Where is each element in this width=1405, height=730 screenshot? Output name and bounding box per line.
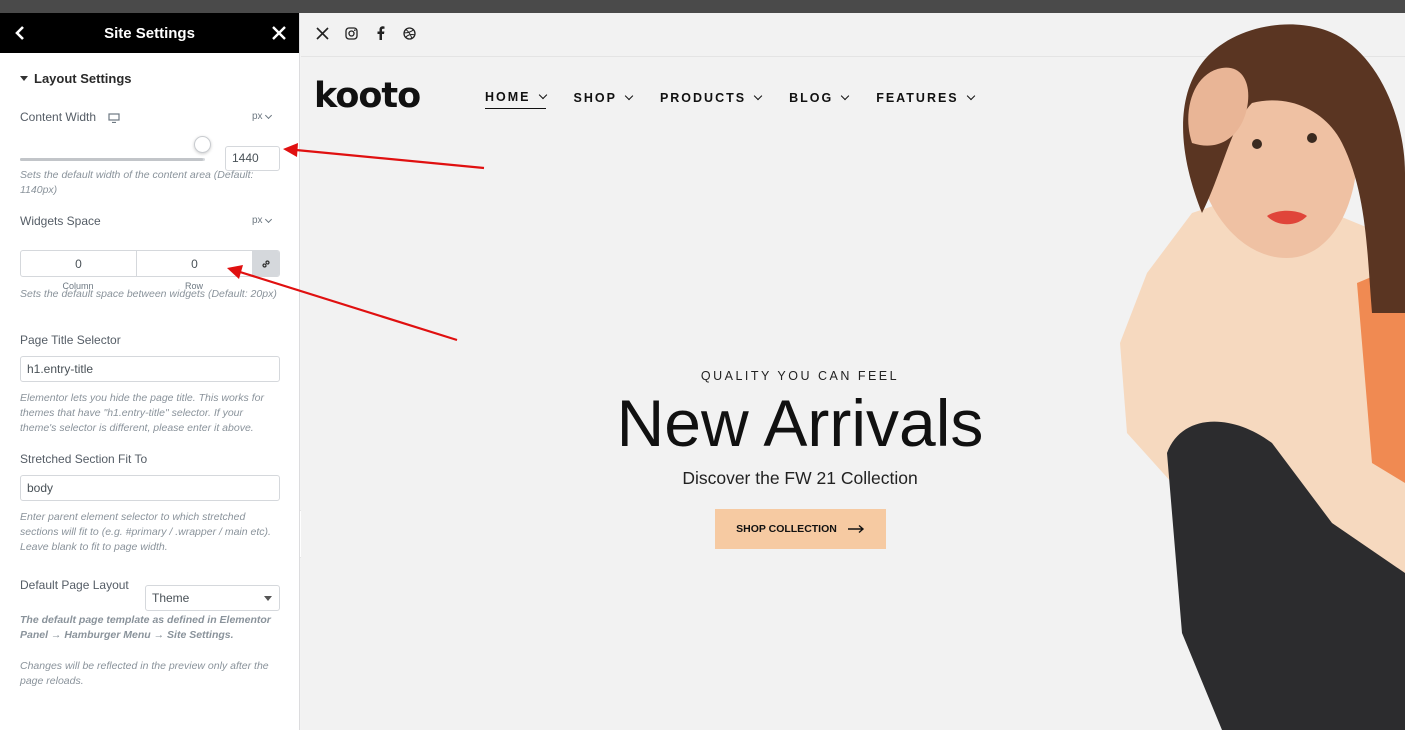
nav-item-label: SHOP xyxy=(573,90,617,105)
close-button[interactable] xyxy=(259,13,299,53)
shop-collection-button[interactable]: SHOP COLLECTION xyxy=(715,509,886,549)
nav-item-products[interactable]: PRODUCTS xyxy=(659,90,763,109)
panel-header: Site Settings xyxy=(0,13,299,53)
link-values-button[interactable] xyxy=(253,251,279,276)
main-nav: HOME SHOP PRODUCTS BLOG FEATURES xyxy=(485,90,975,109)
hero-subline: Discover the FW 21 Collection xyxy=(682,468,918,488)
panel-title: Site Settings xyxy=(104,24,195,42)
default-page-layout-label: Default Page Layout xyxy=(20,578,129,592)
page-title-selector-label: Page Title Selector xyxy=(20,333,121,347)
arrow-right-icon xyxy=(847,524,864,534)
content-width-label-text: Content Width xyxy=(20,110,97,124)
chevron-down-icon xyxy=(840,91,850,100)
chevron-down-icon xyxy=(264,111,272,119)
reload-note: Changes will be reflected in the preview… xyxy=(20,660,269,687)
content-width-slider[interactable] xyxy=(20,158,205,161)
nav-item-label: FEATURES xyxy=(876,90,959,105)
nav-item-label: BLOG xyxy=(789,90,834,105)
layout-settings-toggle[interactable]: Layout Settings xyxy=(20,71,132,86)
widgets-space-dimensions: 0 0 xyxy=(20,250,280,277)
back-button[interactable] xyxy=(0,13,40,53)
browser-top-strip xyxy=(0,0,1405,13)
widgets-space-column-input[interactable]: 0 xyxy=(21,251,137,276)
close-icon xyxy=(272,26,286,40)
content-width-description: Sets the default width of the content ar… xyxy=(20,169,254,196)
site-settings-panel: Site Settings Layout Settings Content Wi… xyxy=(0,13,300,730)
site-logo[interactable]: kooto xyxy=(314,76,421,116)
content-width-unit-select[interactable]: px xyxy=(252,111,272,122)
dribbble-icon[interactable] xyxy=(401,25,417,41)
instagram-icon[interactable] xyxy=(343,25,359,41)
section-title: Layout Settings xyxy=(34,71,132,86)
page-title-selector-input[interactable]: h1.entry-title xyxy=(20,356,280,382)
unit-label: px xyxy=(252,215,263,226)
chevron-down-icon xyxy=(753,91,763,100)
chevron-down-icon xyxy=(966,91,975,100)
default-page-layout-description: The default page template as defined in … xyxy=(20,614,271,641)
hero-model-image xyxy=(1120,24,1405,730)
nav-item-shop[interactable]: SHOP xyxy=(573,90,634,109)
widgets-space-label: Widgets Space xyxy=(20,214,101,228)
stretched-section-description: Enter parent element selector to which s… xyxy=(20,511,271,553)
nav-item-features[interactable]: FEATURES xyxy=(876,90,975,109)
default-page-layout-select[interactable]: Theme xyxy=(145,585,280,611)
site-preview: kooto HOME SHOP PRODUCTS BLOG FEATURES QUALI… xyxy=(301,13,1405,730)
hero-eyebrow: QUALITY YOU CAN FEEL xyxy=(700,369,900,383)
social-links xyxy=(314,25,417,41)
content-width-slider-handle[interactable] xyxy=(194,136,212,153)
chevron-left-icon xyxy=(15,26,24,40)
stretched-section-label: Stretched Section Fit To xyxy=(20,452,148,466)
slider-fill xyxy=(20,158,204,161)
chevron-down-icon xyxy=(264,215,272,223)
x-icon[interactable] xyxy=(314,25,330,41)
chevron-down-icon xyxy=(624,91,634,100)
chevron-down-icon xyxy=(538,90,547,100)
content-width-label: Content Width xyxy=(20,110,120,124)
page-title-selector-description: Elementor lets you hide the page title. … xyxy=(20,392,264,434)
widgets-space-unit-select[interactable]: px xyxy=(252,215,272,226)
cta-label: SHOP COLLECTION xyxy=(736,523,837,535)
caret-down-icon xyxy=(264,596,272,601)
hero-headline: New Arrivals xyxy=(616,386,984,460)
select-value: Theme xyxy=(152,591,190,605)
nav-item-label: PRODUCTS xyxy=(659,90,747,105)
link-icon xyxy=(262,259,270,268)
widgets-space-row-input[interactable]: 0 xyxy=(137,251,253,276)
unit-label: px xyxy=(252,111,263,122)
nav-item-blog[interactable]: BLOG xyxy=(789,90,850,109)
nav-item-label: HOME xyxy=(485,90,531,104)
widgets-space-description: Sets the default space between widgets (… xyxy=(20,288,277,300)
desktop-icon[interactable] xyxy=(108,113,120,123)
caret-down-icon xyxy=(20,76,28,81)
facebook-icon[interactable] xyxy=(372,25,388,41)
nav-item-home[interactable]: HOME xyxy=(485,90,547,109)
stretched-section-input[interactable]: body xyxy=(20,475,280,501)
